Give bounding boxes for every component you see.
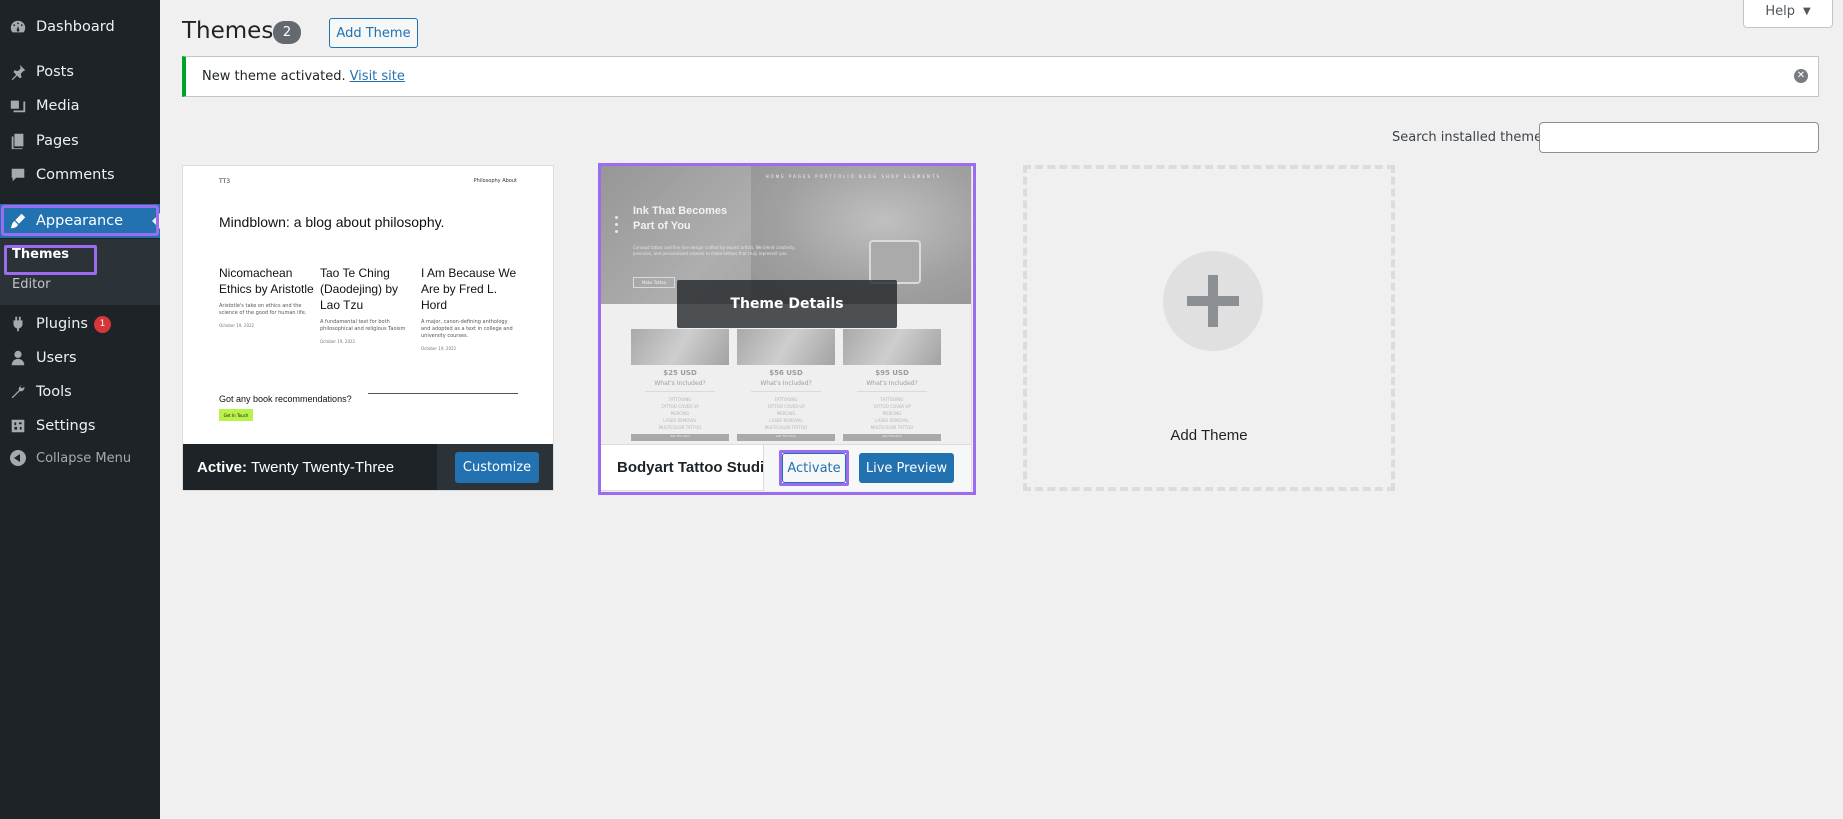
- theme-name: Bodyart Tattoo Studio: [617, 459, 767, 476]
- activate-button[interactable]: Activate: [782, 453, 846, 483]
- preview-post-title: I Am Because We Are by Fred L. Hord: [421, 266, 517, 312]
- sidebar-item-comments[interactable]: Comments: [0, 158, 160, 192]
- sidebar-item-label: Pages: [36, 133, 79, 149]
- live-preview-button[interactable]: Live Preview: [859, 453, 954, 483]
- sidebar-item-label: Comments: [36, 167, 115, 183]
- sidebar-item-media[interactable]: Media: [0, 89, 160, 123]
- theme-card-bodyart[interactable]: HOME PAGES PORTFOLIO BLOG SHOP ELEMENTS …: [600, 165, 972, 491]
- comments-icon: [0, 166, 36, 184]
- sidebar-item-tools[interactable]: Tools: [0, 375, 160, 409]
- preview-post-excerpt: A major, canon-defining anthology and ad…: [421, 319, 513, 339]
- sidebar-item-label: Posts: [36, 64, 74, 80]
- preview-question: Got any book recommendations?: [219, 394, 352, 404]
- theme-count-badge: 2: [273, 21, 301, 44]
- sidebar-item-label: Media: [36, 98, 80, 114]
- update-count-badge: 1: [93, 315, 111, 333]
- settings-icon: [0, 417, 36, 435]
- sidebar-item-label: Plugins: [36, 316, 88, 332]
- dashboard-icon: [0, 18, 36, 36]
- help-tab-button[interactable]: Help ▼: [1743, 0, 1833, 28]
- sidebar-item-posts[interactable]: Posts: [0, 55, 160, 89]
- wrench-icon: [0, 383, 36, 401]
- add-theme-button[interactable]: Add Theme: [329, 18, 418, 48]
- sidebar-item-label: Settings: [36, 418, 96, 434]
- active-prefix: Active:: [197, 458, 248, 476]
- dismiss-notice-icon[interactable]: ✕: [1794, 69, 1808, 83]
- sidebar-item-label: Tools: [36, 384, 72, 400]
- theme-card-active[interactable]: TT3 Philosophy About Mindblown: a blog a…: [182, 165, 554, 491]
- customize-button[interactable]: Customize: [455, 452, 539, 483]
- add-new-theme-label: Add Theme: [1170, 427, 1248, 444]
- preview-post-excerpt: Aristotle's take on ethics and the scien…: [219, 303, 307, 316]
- preview-post-date: October 19, 2022: [219, 323, 255, 328]
- sidebar-item-label: Appearance: [36, 213, 124, 229]
- preview-cta: Get In Touch: [219, 409, 253, 421]
- sidebar-item-plugins[interactable]: Plugins 1: [0, 307, 160, 341]
- theme-name: Active: Twenty Twenty-Three: [197, 459, 394, 476]
- page-title: Themes: [182, 18, 274, 44]
- active-theme-name: Twenty Twenty-Three: [250, 458, 395, 476]
- preview-nav: Philosophy About: [473, 178, 517, 184]
- current-menu-arrow: [152, 213, 160, 229]
- collapse-menu-button[interactable]: Collapse Menu: [0, 441, 160, 475]
- users-icon: [0, 349, 36, 367]
- collapse-icon: [0, 450, 36, 466]
- media-icon: [0, 97, 36, 115]
- theme-card-footer: Bodyart Tattoo Studio Activate Live Prev…: [601, 444, 971, 491]
- preview-post: Tao Te Ching (Daodejing) by Lao Tzu A fu…: [320, 265, 416, 344]
- preview-divider: [368, 393, 518, 394]
- visit-site-link[interactable]: Visit site: [350, 69, 405, 84]
- sidebar-item-pages[interactable]: Pages: [0, 124, 160, 158]
- preview-post-excerpt: A fundamental text for both philosophica…: [320, 319, 406, 332]
- success-notice: New theme activated. Visit site ✕: [182, 56, 1819, 97]
- sidebar-item-label: Dashboard: [36, 19, 115, 35]
- sidebar-item-appearance[interactable]: Appearance: [0, 204, 160, 238]
- theme-details-button[interactable]: Theme Details: [677, 280, 897, 328]
- sidebar-item-settings[interactable]: Settings: [0, 409, 160, 443]
- add-new-theme-card[interactable]: Add Theme: [1023, 165, 1395, 491]
- preview-post: I Am Because We Are by Fred L. Hord A ma…: [421, 265, 517, 351]
- search-themes-input[interactable]: [1539, 122, 1819, 153]
- sidebar-item-dashboard[interactable]: Dashboard: [0, 10, 160, 44]
- preview-post: Nicomachean Ethics by Aristotle Aristotl…: [219, 265, 315, 328]
- plus-icon: [1163, 251, 1263, 351]
- preview-post-title: Nicomachean Ethics by Aristotle: [219, 266, 314, 296]
- pin-icon: [0, 63, 36, 81]
- preview-site-title: TT3: [219, 178, 231, 185]
- preview-post-title: Tao Te Ching (Daodejing) by Lao Tzu: [320, 266, 399, 312]
- admin-sidebar: Dashboard Posts Media Pages Comments App…: [0, 0, 160, 819]
- preview-post-date: October 19, 2022: [421, 346, 457, 351]
- search-label: Search installed themes: [1392, 130, 1549, 145]
- caret-down-icon: ▼: [1802, 6, 1811, 17]
- pages-icon: [0, 132, 36, 150]
- sidebar-item-label: Users: [36, 350, 77, 366]
- submenu-item-editor[interactable]: Editor: [12, 277, 50, 292]
- theme-card-footer: Active: Twenty Twenty-Three Customize: [183, 444, 553, 490]
- sidebar-item-users[interactable]: Users: [0, 341, 160, 375]
- notice-text: New theme activated.: [202, 69, 346, 84]
- theme-screenshot[interactable]: HOME PAGES PORTFOLIO BLOG SHOP ELEMENTS …: [601, 166, 971, 444]
- preview-headline: Mindblown: a blog about philosophy.: [219, 214, 445, 230]
- help-label: Help: [1765, 4, 1795, 19]
- theme-actions: Activate Live Preview: [763, 445, 971, 491]
- plugin-icon: [0, 315, 36, 333]
- brush-icon: [0, 212, 36, 230]
- submenu-item-themes[interactable]: Themes: [12, 247, 69, 262]
- appearance-submenu: Themes Editor: [0, 239, 160, 305]
- preview-post-date: October 19, 2022: [320, 339, 356, 344]
- sidebar-item-label: Collapse Menu: [36, 450, 132, 466]
- theme-screenshot[interactable]: TT3 Philosophy About Mindblown: a blog a…: [183, 166, 553, 444]
